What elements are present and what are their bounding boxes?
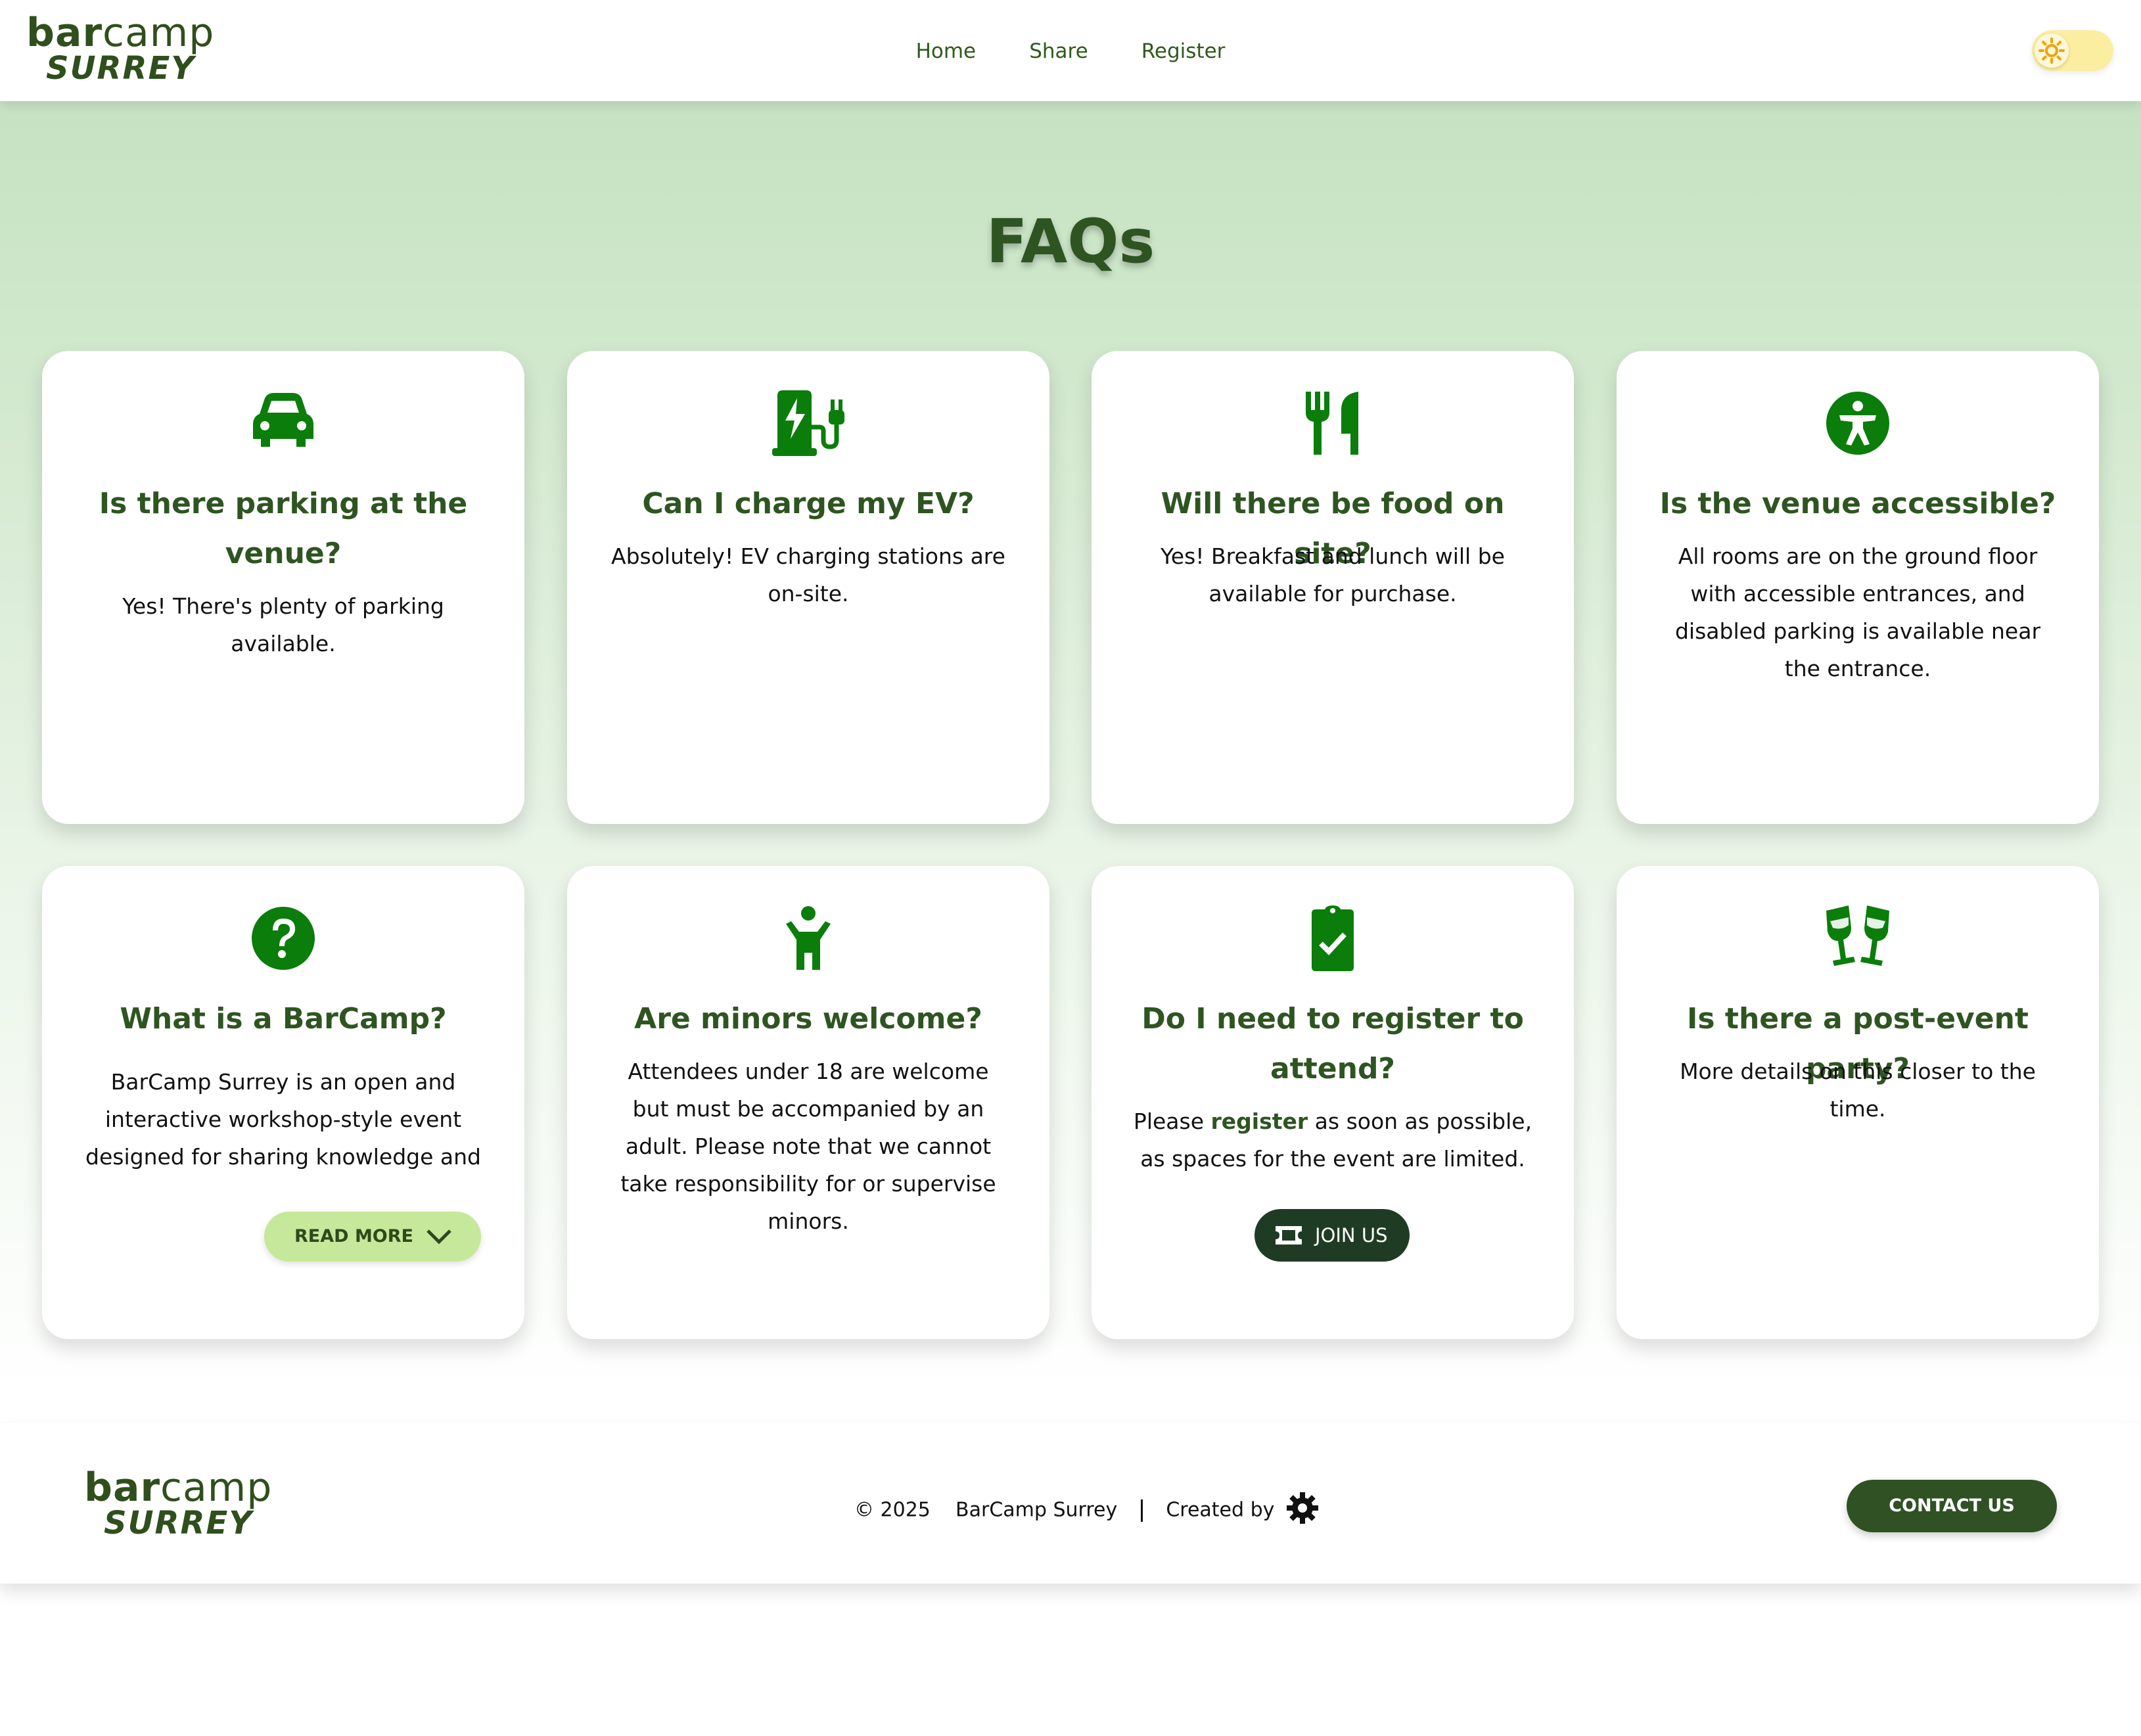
faq-question: What is a BarCamp? [120,1002,447,1036]
theme-toggle-knob [2035,34,2069,68]
faq-answer: BarCamp Surrey is an open and interactiv… [85,1069,481,1170]
faq-section: FAQs Is there parking at the venue? Yes!… [0,101,2141,1400]
faq-answer: All rooms are on the ground floor with a… [1674,543,2041,681]
site-footer: barcamp SURREY © 2025 BarCamp Surrey Cre… [0,1423,2141,1584]
faq-question: Is the venue accessible? [1659,487,2056,520]
nav-home[interactable]: Home [916,39,977,63]
sun-icon [2038,37,2065,64]
footer-logo[interactable]: barcamp SURREY [84,1468,272,1539]
gear-icon [1286,1492,1318,1524]
page-title: FAQs [986,206,1155,277]
copyright-year: © 2025 [854,1498,931,1522]
created-by-text: Created by [1166,1498,1275,1522]
faq-question: Is there parking at the venue? [99,487,468,570]
champagne-glasses-icon [1826,905,1889,966]
logo-text-surrey: SURREY [104,1505,254,1542]
nav-register[interactable]: Register [1141,39,1226,63]
read-more-button[interactable]: READ MORE [264,1212,481,1262]
faq-card-parking: Is there parking at the venue? Yes! Ther… [42,351,524,824]
faq-card-minors: Are minors welcome? Attendees under 18 a… [567,866,1049,1339]
faq-question: Are minors welcome? [634,1002,982,1036]
faq-answer: Attendees under 18 are welcome but must … [620,1059,996,1234]
nav-share[interactable]: Share [1029,39,1088,63]
footer-divider [1140,1499,1143,1522]
clipboard-check-icon [1312,905,1354,971]
site-header: barcamp SURREY Home Share Register [0,0,2141,101]
accessibility-icon [1826,392,1889,455]
answer-text: Please [1133,1108,1211,1134]
faq-card-ev: Can I charge my EV? Absolutely! EV charg… [567,351,1049,824]
read-more-label: READ MORE [294,1226,413,1246]
child-icon [786,906,831,970]
logo-text-bar: bar [84,1465,161,1511]
faq-answer: Please register as soon as possible, as … [1131,1103,1534,1177]
faq-card-barcamp: What is a BarCamp? BarCamp Surrey is an … [42,866,524,1339]
join-us-label: JOIN US [1315,1224,1388,1246]
car-icon [253,393,313,447]
org-name: BarCamp Surrey [955,1498,1118,1522]
faq-card-accessible: Is the venue accessible? All rooms are o… [1617,351,2099,824]
faq-answer: Yes! Breakfast and lunch will be availab… [1161,543,1505,606]
faq-question: Can I charge my EV? [642,487,975,520]
faq-card-food: Will there be food on site? Yes! Breakfa… [1092,351,1574,824]
chevron-down-icon [426,1229,451,1245]
logo-text-camp: camp [160,1465,273,1511]
join-us-button[interactable]: JOIN US [1255,1209,1410,1262]
utensils-icon [1306,392,1358,455]
faq-answer: More details on this closer to the time. [1680,1059,2036,1122]
register-link[interactable]: register [1211,1108,1308,1134]
faq-question: Do I need to register to attend? [1141,1002,1524,1085]
faq-answer: Yes! There's plenty of parking available… [122,593,444,656]
faq-card-register: Do I need to register to attend? Please … [1092,866,1574,1339]
ticket-icon [1276,1226,1302,1245]
question-circle-icon [252,907,315,970]
ev-charger-icon [772,390,844,456]
main-nav: Home Share Register [0,39,2141,66]
theme-toggle[interactable] [2032,30,2113,71]
faq-card-party: Is there a post-event party? More detail… [1617,866,2099,1339]
footer-copyright: © 2025 BarCamp Surrey Created by [854,1492,1319,1530]
creator-logo[interactable] [1286,1492,1319,1530]
contact-us-button[interactable]: CONTACT US [1847,1480,2057,1532]
faq-answer: Absolutely! EV charging stations are on-… [611,543,1005,606]
